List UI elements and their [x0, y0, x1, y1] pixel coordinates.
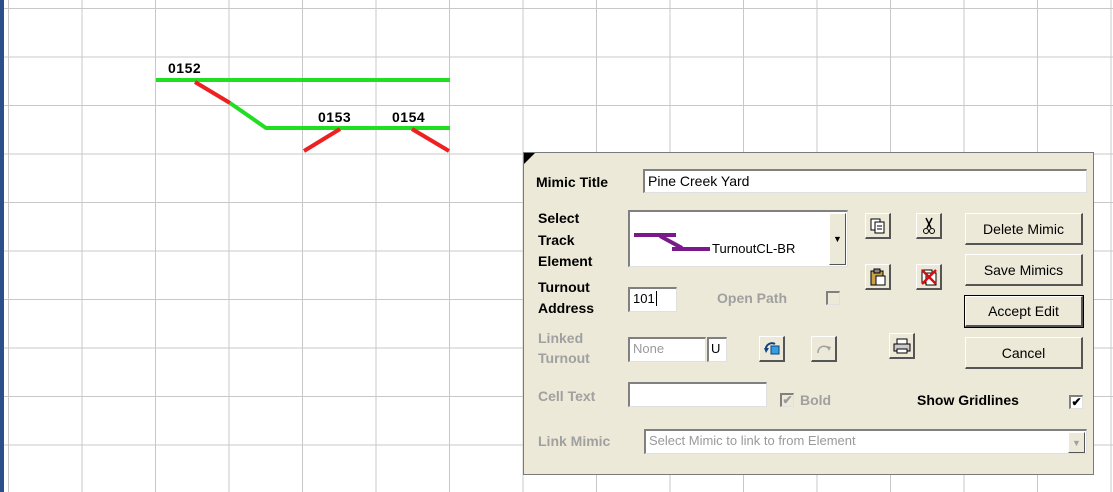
- delete-element-icon[interactable]: [916, 264, 942, 290]
- redo-glyph: [816, 345, 831, 353]
- select-track-label-3: Element: [538, 253, 593, 269]
- delete-element-glyph: [920, 268, 937, 285]
- show-gridlines-checkbox[interactable]: ✔: [1069, 395, 1083, 409]
- link-mimic-placeholder: Select Mimic to link to from Element: [649, 433, 856, 448]
- open-path-label: Open Path: [717, 290, 788, 306]
- cancel-button[interactable]: Cancel: [965, 337, 1083, 369]
- link-mimic-arrow-icon[interactable]: ▼: [1068, 432, 1085, 453]
- cut-glyph: [922, 217, 935, 234]
- linked-turnout-flag[interactable]: U: [707, 337, 727, 362]
- track-diverge-0153: [302, 127, 342, 153]
- linked-turnout-input[interactable]: None: [628, 337, 706, 362]
- print-icon[interactable]: [889, 333, 915, 359]
- turnout-address-value: 101: [633, 291, 655, 306]
- mimic-title-input[interactable]: Pine Creek Yard: [643, 169, 1087, 193]
- track-diverge-0154: [410, 127, 451, 153]
- cut-icon[interactable]: [916, 213, 942, 239]
- link-mimic-select[interactable]: Select Mimic to link to from Element ▼: [644, 429, 1087, 454]
- select-track-label-1: Select: [538, 210, 580, 226]
- rotate-icon[interactable]: [759, 336, 785, 362]
- linked-turnout-label-1: Linked: [538, 330, 584, 346]
- redo-icon[interactable]: [811, 336, 837, 362]
- turnout-address-input[interactable]: 101: [628, 287, 677, 312]
- print-glyph: [893, 338, 910, 353]
- accept-edit-button[interactable]: Accept Edit: [964, 295, 1084, 328]
- link-mimic-label: Link Mimic: [538, 433, 611, 449]
- turnout-address-label-1: Turnout: [538, 279, 590, 295]
- paste-glyph: [870, 268, 885, 285]
- linked-turnout-label-2: Turnout: [538, 350, 590, 366]
- bold-label: Bold: [800, 392, 832, 408]
- track-element-value: TurnoutCL-BR: [712, 241, 796, 256]
- turnout-address-label-2: Address: [538, 300, 595, 316]
- copy-icon[interactable]: [865, 213, 891, 239]
- paste-icon[interactable]: [865, 264, 891, 290]
- bold-checkbox[interactable]: ✔: [780, 393, 794, 407]
- rotate-glyph: [763, 341, 779, 354]
- show-gridlines-label: Show Gridlines: [917, 392, 1019, 408]
- text-cursor: [655, 291, 661, 306]
- mimic-title-label: Mimic Title: [536, 174, 609, 190]
- cell-text-input[interactable]: [628, 382, 767, 407]
- cell-label-0153: 0153: [318, 109, 352, 125]
- dropdown-arrow-icon[interactable]: ▼: [829, 213, 846, 265]
- delete-mimic-button[interactable]: Delete Mimic: [965, 213, 1083, 245]
- track-diverge-0152: [193, 80, 232, 105]
- cell-label-0154: 0154: [392, 109, 426, 125]
- open-path-checkbox[interactable]: [826, 291, 840, 305]
- select-track-label-2: Track: [538, 232, 575, 248]
- panel-corner-marker: [524, 153, 535, 164]
- cell-text-label: Cell Text: [538, 388, 596, 404]
- track-element-dropdown[interactable]: TurnoutCL-BR ▼: [628, 210, 848, 267]
- copy-glyph: [870, 218, 884, 233]
- save-mimics-button[interactable]: Save Mimics: [965, 254, 1083, 286]
- cell-label-0152: 0152: [168, 60, 202, 76]
- turnout-preview-icon: [634, 233, 710, 251]
- mimic-edit-panel: Mimic Title Pine Creek Yard Select Track…: [523, 152, 1094, 475]
